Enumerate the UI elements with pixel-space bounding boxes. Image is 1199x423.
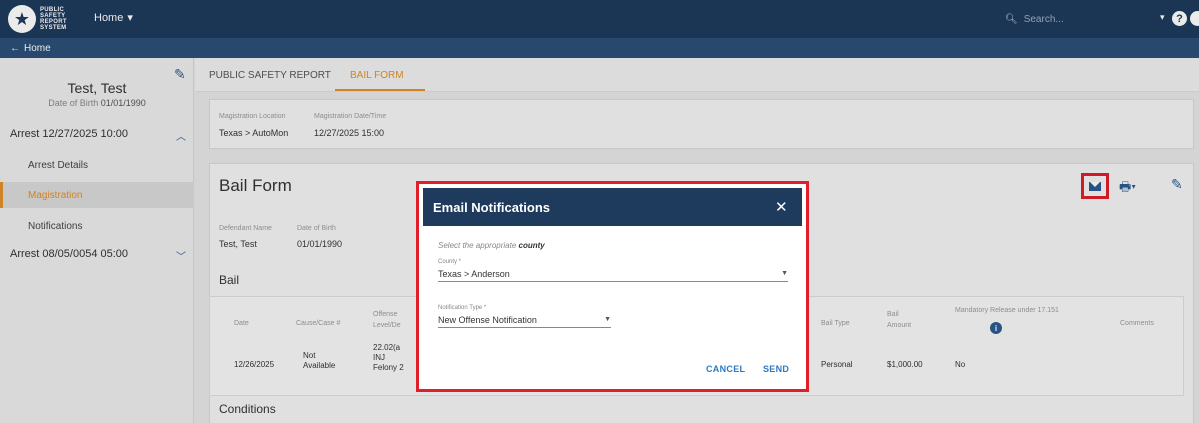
- chevron-down-icon: ▼: [604, 316, 611, 323]
- notification-type-label: Notification Type *: [438, 305, 487, 311]
- dialog-body: Select the appropriate county County * T…: [423, 226, 802, 386]
- county-select-value: Texas > Anderson: [438, 268, 510, 279]
- cancel-button[interactable]: CANCEL: [706, 364, 745, 374]
- county-label: County *: [438, 259, 462, 265]
- dialog-instruction: Select the appropriate county: [438, 241, 545, 250]
- email-notifications-dialog: Email Notifications ✕ Select the appropr…: [416, 181, 809, 392]
- notification-type-select[interactable]: New Offense Notification ▼: [438, 312, 611, 328]
- dialog-title: Email Notifications: [433, 200, 551, 215]
- notification-type-value: New Offense Notification: [438, 314, 537, 325]
- dialog-header: Email Notifications ✕: [423, 188, 802, 226]
- chevron-down-icon: ▼: [781, 270, 788, 277]
- close-icon[interactable]: ✕: [775, 198, 788, 216]
- county-select[interactable]: Texas > Anderson ▼: [438, 266, 788, 282]
- send-button[interactable]: SEND: [763, 364, 789, 374]
